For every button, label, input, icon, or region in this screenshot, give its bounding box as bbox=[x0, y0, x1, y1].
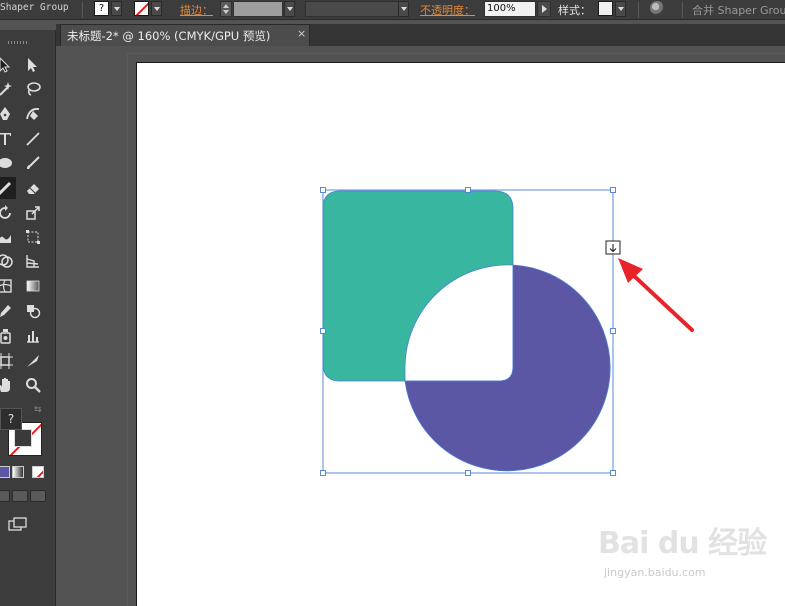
resize-handle-bottom-left[interactable] bbox=[320, 470, 326, 476]
shape-builder-group[interactable] bbox=[322, 190, 611, 472]
watermark-brand: Bai du 经验 bbox=[598, 526, 767, 561]
resize-handle-bottom[interactable] bbox=[465, 470, 471, 476]
red-pointer-arrow bbox=[618, 258, 694, 332]
resize-handle-bottom-right[interactable] bbox=[610, 470, 616, 476]
illustrator-window: Shaper Group ? 描边： 不透明度： 100% 样式： 合并 Sha… bbox=[0, 0, 785, 606]
resize-handle-left[interactable] bbox=[320, 328, 326, 334]
baidu-watermark: Bai du 经验 jingyan.baidu.com bbox=[598, 518, 767, 588]
resize-handle-top-left[interactable] bbox=[320, 187, 326, 193]
watermark-url: jingyan.baidu.com bbox=[604, 566, 706, 579]
circle-shape[interactable] bbox=[404, 264, 611, 472]
resize-handle-top-right[interactable] bbox=[610, 187, 616, 193]
shaper-group-toggle-icon[interactable] bbox=[605, 240, 621, 255]
resize-handle-right[interactable] bbox=[610, 328, 616, 334]
rounded-square-shape[interactable] bbox=[322, 190, 514, 382]
resize-handle-top[interactable] bbox=[465, 187, 471, 193]
artwork-layer bbox=[320, 187, 694, 476]
